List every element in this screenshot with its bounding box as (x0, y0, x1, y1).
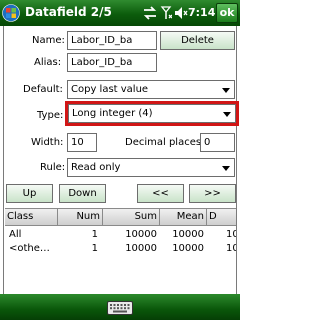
table-header: Class Num Sum Mean D (5, 208, 236, 226)
alias-input[interactable]: Labor_ID_ba (67, 53, 157, 72)
chevron-down-icon (222, 88, 230, 93)
cell-mean: 10000 (172, 243, 204, 254)
name-label: Name: (32, 35, 65, 46)
signal-icon[interactable] (160, 6, 172, 20)
statistics-table[interactable]: Class Num Sum Mean D All 1 10000 10000 1… (5, 208, 236, 294)
ok-button[interactable]: ok (216, 3, 238, 23)
connection-icon[interactable] (143, 6, 157, 20)
width-label: Width: (31, 137, 64, 148)
title-bar: Datafield 2/5 7:14 ok (0, 0, 240, 26)
cell-d: 10 (226, 229, 236, 240)
type-label: Type: (37, 110, 64, 121)
cell-mean: 10000 (172, 229, 204, 240)
soft-key-bar (0, 294, 240, 320)
column-header-num[interactable]: Num (58, 209, 103, 225)
column-header-d[interactable]: D (207, 209, 236, 225)
chevron-down-icon (222, 166, 230, 171)
window-title: Datafield 2/5 (25, 5, 112, 19)
default-select-value: Copy last value (71, 84, 149, 95)
next-button[interactable]: >> (189, 184, 236, 203)
default-label: Default: (23, 84, 63, 95)
rule-select[interactable]: Read only (67, 158, 235, 177)
cell-d: 10 (226, 243, 236, 254)
alias-label: Alias: (34, 57, 62, 68)
width-input[interactable]: 10 (67, 133, 97, 152)
column-header-sum[interactable]: Sum (103, 209, 160, 225)
cell-class: All (9, 229, 22, 240)
cell-num: 1 (91, 229, 98, 240)
volume-icon[interactable] (174, 6, 188, 20)
clock[interactable]: 7:14 (188, 6, 215, 19)
cell-sum: 10000 (125, 243, 157, 254)
type-select[interactable]: Long integer (4) (68, 104, 236, 123)
type-select-value: Long integer (4) (72, 108, 153, 119)
decimal-places-input[interactable]: 0 (200, 133, 235, 152)
delete-button[interactable]: Delete (160, 31, 235, 50)
windows-logo-icon[interactable] (2, 4, 20, 22)
up-button[interactable]: Up (6, 184, 53, 203)
previous-button[interactable]: << (137, 184, 184, 203)
down-button[interactable]: Down (59, 184, 106, 203)
column-header-mean[interactable]: Mean (160, 209, 207, 225)
name-input[interactable]: Labor_ID_ba (67, 31, 157, 50)
rule-select-value: Read only (71, 162, 121, 173)
cell-num: 1 (91, 243, 98, 254)
datafield-form: Name: Labor_ID_ba Delete Alias: Labor_ID… (3, 26, 239, 294)
rule-label: Rule: (40, 162, 66, 173)
cell-class: <othe… (9, 243, 50, 254)
decimal-places-label: Decimal places: (125, 137, 205, 148)
default-select[interactable]: Copy last value (67, 80, 235, 99)
chevron-down-icon (223, 112, 231, 117)
cell-sum: 10000 (125, 229, 157, 240)
keyboard-icon[interactable] (107, 301, 133, 315)
column-header-class[interactable]: Class (5, 209, 58, 225)
